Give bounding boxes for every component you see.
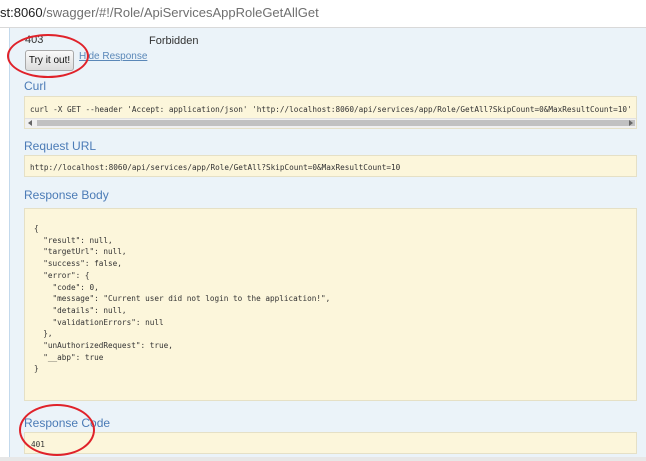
url-host: st:8060 (0, 5, 43, 20)
annotation-circle (7, 34, 89, 78)
scrollbar-thumb[interactable] (37, 120, 635, 126)
url-path: /swagger/#!/Role/ApiServicesAppRoleGetAl… (42, 5, 319, 20)
json-line: }, (34, 329, 53, 339)
scroll-left-icon[interactable] (28, 120, 32, 126)
json-line: "targetUrl": null, (34, 247, 127, 257)
hide-response-link[interactable]: Hide Response (79, 51, 147, 62)
annotation-circle (19, 404, 95, 456)
request-url-heading: Request URL (24, 139, 97, 153)
json-line: "code": 0, (34, 282, 99, 292)
status-text: Forbidden (149, 35, 199, 47)
response-body-box: { "result": null, "targetUrl": null, "su… (24, 208, 637, 401)
json-line: "unAuthorizedRequest": true, (34, 341, 173, 351)
json-line: "error": { (34, 270, 90, 280)
json-line: "validationErrors": null (34, 317, 164, 327)
curl-heading: Curl (24, 79, 47, 93)
json-line: { (34, 224, 39, 233)
json-line: "success": false, (34, 259, 122, 269)
response-body-heading: Response Body (24, 188, 109, 202)
json-line: "__abp": true (34, 352, 104, 362)
response-body-json: { "result": null, "targetUrl": null, "su… (34, 223, 330, 375)
json-line: "result": null, (34, 235, 113, 245)
response-code-box: 401 (24, 432, 637, 454)
scroll-right-icon[interactable] (629, 120, 633, 126)
address-bar[interactable]: st:8060/swagger/#!/Role/ApiServicesAppRo… (0, 0, 646, 28)
request-url-value: http://localhost:8060/api/services/app/R… (30, 163, 401, 172)
curl-command: curl -X GET --header 'Accept: applicatio… (30, 105, 632, 114)
json-line: "details": null, (34, 305, 127, 315)
request-url-box: http://localhost:8060/api/services/app/R… (24, 155, 637, 177)
address-url[interactable]: st:8060/swagger/#!/Role/ApiServicesAppRo… (0, 5, 319, 20)
json-line: "message": "Current user did not login t… (34, 294, 331, 304)
bottom-scrollbar[interactable] (0, 457, 646, 461)
horizontal-scrollbar[interactable] (25, 118, 636, 128)
json-line: } (34, 364, 39, 374)
curl-box: curl -X GET --header 'Accept: applicatio… (24, 96, 637, 129)
